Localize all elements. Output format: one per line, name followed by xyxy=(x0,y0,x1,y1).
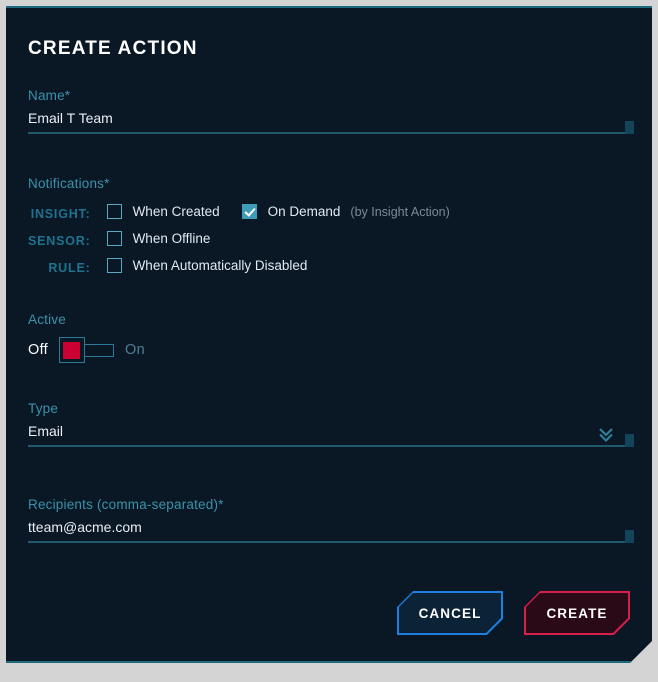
notification-row-label-sensor: SENSOR: xyxy=(28,234,91,248)
notifications-section: Notifications* INSIGHT: When Created On … xyxy=(28,176,630,285)
checkbox-when-created[interactable] xyxy=(107,204,122,219)
checkbox-label-when-offline: When Offline xyxy=(132,231,211,246)
create-button-label: CREATE xyxy=(546,605,608,621)
active-toggle[interactable] xyxy=(59,337,114,363)
active-label: Active xyxy=(28,312,66,327)
notification-row-sensor: SENSOR: When Offline xyxy=(28,231,472,258)
type-field-label: Type xyxy=(28,401,59,416)
name-field: Name* xyxy=(28,88,630,134)
checkbox-label-on-demand: On Demand xyxy=(267,204,341,219)
create-action-dialog: CREATE ACTION Name* Notifications* INSIG… xyxy=(6,6,652,663)
toggle-label-off: Off xyxy=(28,342,48,358)
notifications-label: Notifications* xyxy=(28,176,110,191)
name-field-label: Name* xyxy=(28,88,71,103)
name-field-endcap xyxy=(625,121,634,134)
notifications-table: INSIGHT: When Created On Demand (by Insi… xyxy=(28,204,472,285)
notification-row-label-insight: INSIGHT: xyxy=(30,207,91,221)
type-field: Type xyxy=(28,401,630,447)
recipients-field-underline xyxy=(28,541,630,543)
checkbox-note-on-demand: (by Insight Action) xyxy=(350,204,450,219)
name-field-underline xyxy=(28,132,630,134)
recipients-field-endcap xyxy=(625,530,634,543)
checkbox-label-when-automatically-disabled: When Automatically Disabled xyxy=(132,258,308,273)
notification-option-on-demand[interactable]: On Demand (by Insight Action) xyxy=(242,204,472,231)
toggle-knob[interactable] xyxy=(59,337,85,363)
notification-row-rule: RULE: When Automatically Disabled xyxy=(28,258,472,285)
active-toggle-row: Off On xyxy=(28,337,630,363)
type-field-endcap xyxy=(625,434,634,447)
type-select-value[interactable] xyxy=(28,416,630,445)
cancel-button[interactable]: CANCEL xyxy=(397,591,503,635)
checkbox-when-offline[interactable] xyxy=(107,231,122,246)
notification-row-insight: INSIGHT: When Created On Demand (by Insi… xyxy=(28,204,472,231)
notification-row-label-rule: RULE: xyxy=(48,261,91,275)
toggle-knob-fill xyxy=(63,342,80,359)
active-section: Active Off On xyxy=(28,312,630,363)
checkbox-when-automatically-disabled[interactable] xyxy=(107,258,122,273)
checkbox-label-when-created: When Created xyxy=(132,204,220,219)
type-field-underline xyxy=(28,445,630,447)
create-button[interactable]: CREATE xyxy=(524,591,630,635)
name-input[interactable] xyxy=(28,103,630,132)
toggle-track[interactable] xyxy=(85,344,114,357)
checkbox-on-demand[interactable] xyxy=(242,204,257,219)
notification-option-when-auto-disabled[interactable]: When Automatically Disabled xyxy=(107,258,472,285)
recipients-field-label: Recipients (comma-separated)* xyxy=(28,497,224,512)
toggle-label-on: On xyxy=(124,342,145,358)
recipients-input[interactable] xyxy=(28,512,630,541)
notification-option-when-offline[interactable]: When Offline xyxy=(107,231,472,258)
recipients-field: Recipients (comma-separated)* xyxy=(28,497,630,543)
dialog-button-row: CANCEL CREATE xyxy=(397,591,630,635)
notification-option-when-created[interactable]: When Created xyxy=(107,204,242,231)
cancel-button-label: CANCEL xyxy=(418,605,482,621)
page-title: CREATE ACTION xyxy=(28,38,198,59)
